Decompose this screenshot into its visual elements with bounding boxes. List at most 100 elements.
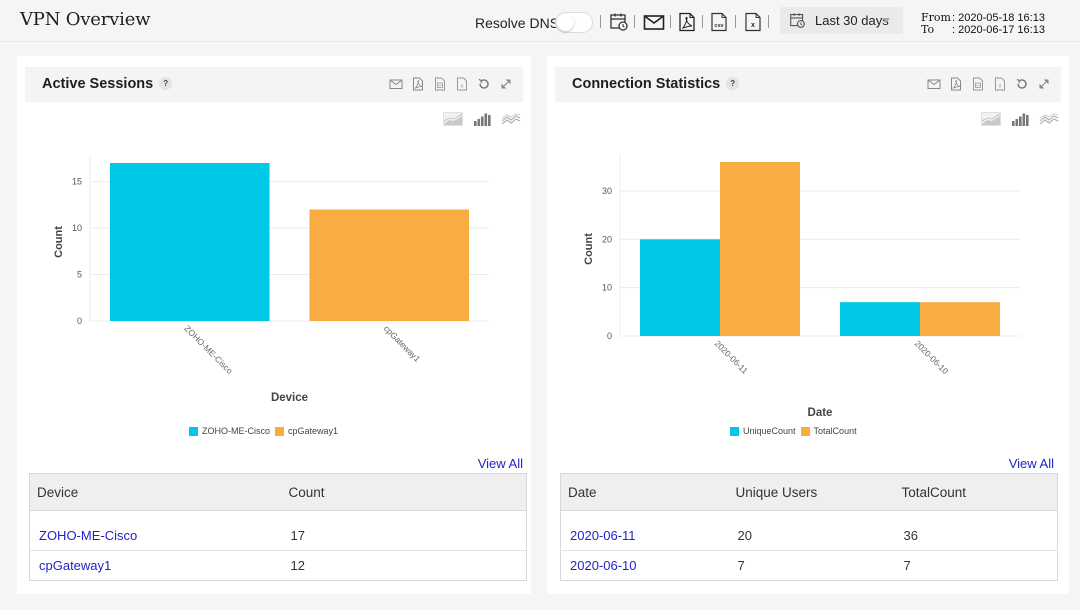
divider (735, 15, 736, 28)
chart-legend: UniqueCount TotalCount (730, 426, 862, 436)
svg-text:x: x (751, 22, 755, 29)
panel-toolbar: x (389, 77, 513, 91)
legend-item[interactable]: ZOHO-ME-Cisco (189, 426, 270, 436)
csv-icon[interactable] (971, 77, 985, 91)
from-value: : 2020-05-18 16:13 (952, 12, 1045, 24)
panel-title-text: Connection Statistics (572, 76, 721, 92)
pdf-icon[interactable] (411, 77, 425, 91)
x-tick-label: 2020-06-10 (913, 338, 951, 376)
date-range-readout: From: 2020-05-18 16:13 To: 2020-06-17 16… (921, 12, 1045, 37)
refresh-icon[interactable] (1015, 77, 1029, 91)
page-title: VPN Overview (20, 9, 151, 30)
help-icon[interactable]: ? (159, 77, 173, 90)
help-icon[interactable]: ? (726, 77, 740, 90)
bar (720, 162, 800, 336)
y-tick-label: 5 (77, 270, 82, 280)
y-tick-label: 10 (72, 223, 82, 233)
device-link[interactable]: cpGateway1 (39, 558, 111, 573)
excel-icon[interactable]: x (455, 77, 469, 91)
resolve-dns-toggle[interactable] (555, 12, 593, 33)
connection-statistics-table: Date Unique Users TotalCount 2020-06-11 … (560, 473, 1058, 581)
connection-statistics-chart: 0 10 20 30 Count 2020-06-11 2020-06-10 Date (583, 154, 1020, 419)
device-link[interactable]: ZOHO-ME-Cisco (39, 528, 137, 543)
bar-chart-icon[interactable] (1010, 112, 1030, 126)
divider (670, 15, 671, 28)
legend-label: UniqueCount (743, 426, 796, 436)
panel-title: Active Sessions? (42, 76, 173, 92)
y-tick-label: 0 (607, 331, 612, 341)
excel-icon[interactable]: x (743, 12, 763, 32)
x-axis-label: Device (271, 392, 308, 404)
pdf-icon[interactable] (949, 77, 963, 91)
active-sessions-table: Device Count ZOHO-ME-Cisco 17 cpGateway1… (29, 473, 527, 581)
panel-header: Connection Statistics? x (555, 67, 1061, 102)
area-chart-icon[interactable] (443, 112, 463, 126)
active-sessions-panel: Active Sessions? x 0 5 10 15 Count ZOHO-ME-Ci… (17, 56, 531, 594)
date-range-dropdown[interactable]: Last 30 days (780, 7, 903, 34)
table-row: 2020-06-10 7 7 (560, 550, 1058, 581)
divider (768, 15, 769, 28)
pdf-icon[interactable] (677, 12, 697, 32)
chart-type-switcher (981, 112, 1059, 126)
connection-statistics-panel: Connection Statistics? x 0 10 20 30 Count 202… (547, 56, 1069, 594)
unique-users-cell: 7 (728, 550, 895, 581)
divider (634, 15, 635, 28)
table-row: 2020-06-11 20 36 (561, 521, 1058, 551)
view-all-link[interactable]: View All (478, 456, 523, 471)
y-axis-label: Count (583, 233, 595, 265)
schedule-report-icon[interactable] (609, 12, 629, 32)
legend-swatch (730, 426, 739, 436)
line-chart-icon[interactable] (501, 112, 521, 126)
email-icon[interactable] (643, 12, 665, 32)
bar-chart-icon[interactable] (472, 112, 492, 126)
area-chart-icon[interactable] (981, 112, 1001, 126)
x-tick-label: 2020-06-11 (713, 338, 751, 376)
email-icon[interactable] (389, 77, 403, 91)
x-tick-label: ZOHO-ME-Cisco (182, 323, 235, 376)
legend-swatch (800, 426, 810, 436)
bar (840, 302, 920, 336)
toggle-knob (557, 14, 574, 31)
column-header[interactable]: Date (560, 473, 729, 511)
svg-text:x: x (999, 84, 1002, 90)
expand-icon[interactable] (1037, 77, 1051, 91)
line-chart-icon[interactable] (1039, 112, 1059, 126)
date-link[interactable]: 2020-06-10 (570, 558, 637, 573)
panel-header: Active Sessions? x (25, 67, 523, 102)
refresh-icon[interactable] (477, 77, 491, 91)
y-tick-label: 15 (72, 177, 82, 187)
column-header[interactable]: Device (29, 473, 282, 511)
y-tick-label: 30 (602, 186, 612, 196)
table-row: cpGateway1 12 (29, 550, 527, 581)
panel-toolbar: x (927, 77, 1051, 91)
csv-icon[interactable] (433, 77, 447, 91)
total-count-cell: 7 (894, 550, 1058, 581)
count-cell: 17 (290, 527, 305, 543)
legend-label: TotalCount (813, 426, 857, 436)
bar (920, 302, 1000, 336)
csv-icon[interactable]: csv (709, 12, 729, 32)
legend-item[interactable]: UniqueCount (730, 426, 796, 436)
page-header: VPN Overview Resolve DNS csv x Last 30 d… (0, 0, 1080, 42)
email-icon[interactable] (927, 77, 941, 91)
view-all-link[interactable]: View All (1009, 456, 1054, 471)
x-tick-label: cpGateway1 (382, 323, 423, 364)
calendar-icon (790, 13, 805, 28)
bar (309, 209, 470, 321)
column-header[interactable]: Unique Users (728, 473, 895, 511)
legend-item[interactable]: cpGateway1 (275, 426, 338, 436)
date-link[interactable]: 2020-06-11 (570, 528, 636, 543)
expand-icon[interactable] (499, 77, 513, 91)
total-count-cell: 36 (903, 527, 918, 543)
divider (600, 15, 601, 28)
column-header[interactable]: Count (281, 473, 527, 511)
excel-icon[interactable]: x (993, 77, 1007, 91)
panel-title: Connection Statistics? (572, 76, 740, 92)
legend-swatch (275, 426, 284, 436)
chart-legend: ZOHO-ME-Cisco cpGateway1 (189, 426, 343, 436)
table-row: ZOHO-ME-Cisco 17 (30, 521, 527, 551)
date-range-value: Last 30 days (815, 13, 889, 28)
column-header[interactable]: TotalCount (894, 473, 1058, 511)
svg-text:x: x (461, 84, 464, 90)
legend-item[interactable]: TotalCount (800, 426, 857, 436)
